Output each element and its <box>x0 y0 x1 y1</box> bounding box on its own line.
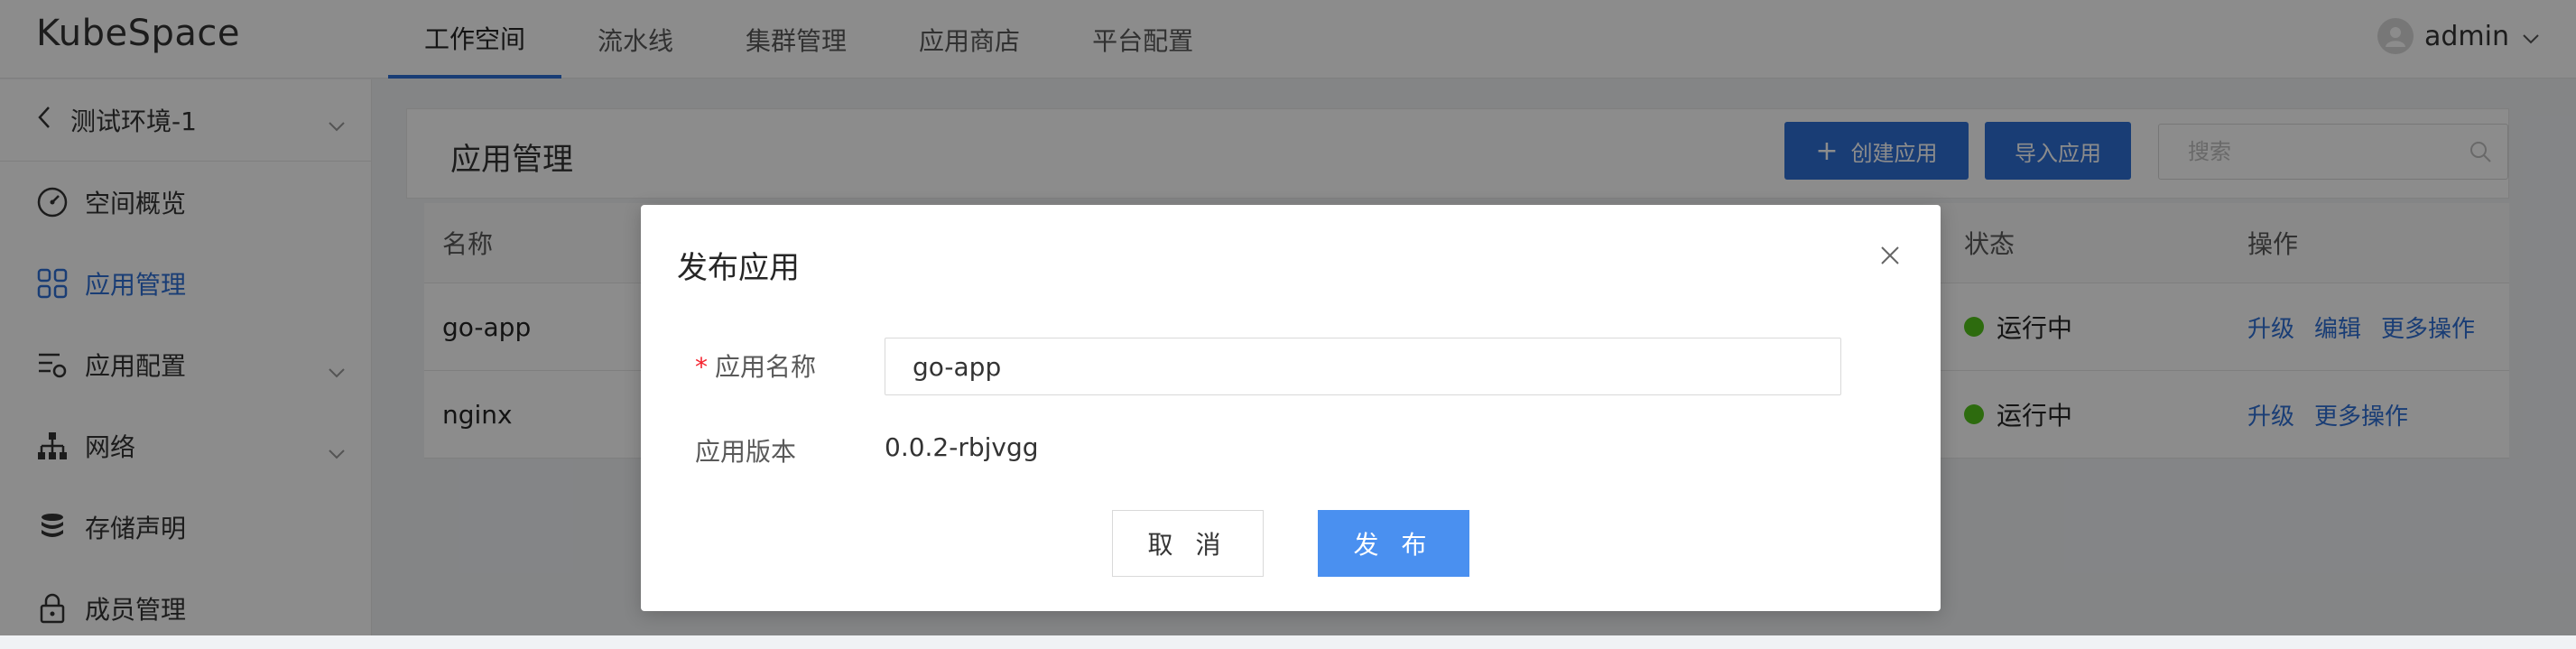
app-name-input[interactable] <box>885 338 1841 395</box>
cancel-button[interactable]: 取 消 <box>1112 510 1264 577</box>
close-icon[interactable] <box>1876 241 1904 270</box>
app-name-label: * 应用名称 <box>695 348 816 384</box>
app-version-value: 0.0.2-rbjvgg <box>885 432 1039 462</box>
required-mark: * <box>695 352 708 382</box>
publish-button[interactable]: 发 布 <box>1318 510 1469 577</box>
publish-app-dialog: 发布应用 *应用名称 应用版本 0.0.2-rbjvgg 取 消 发 布 <box>641 205 1941 611</box>
app-version-label: 应用版本 <box>695 437 797 467</box>
app-name-label-text: 应用名称 <box>715 352 817 382</box>
dialog-title: 发布应用 <box>677 250 800 286</box>
